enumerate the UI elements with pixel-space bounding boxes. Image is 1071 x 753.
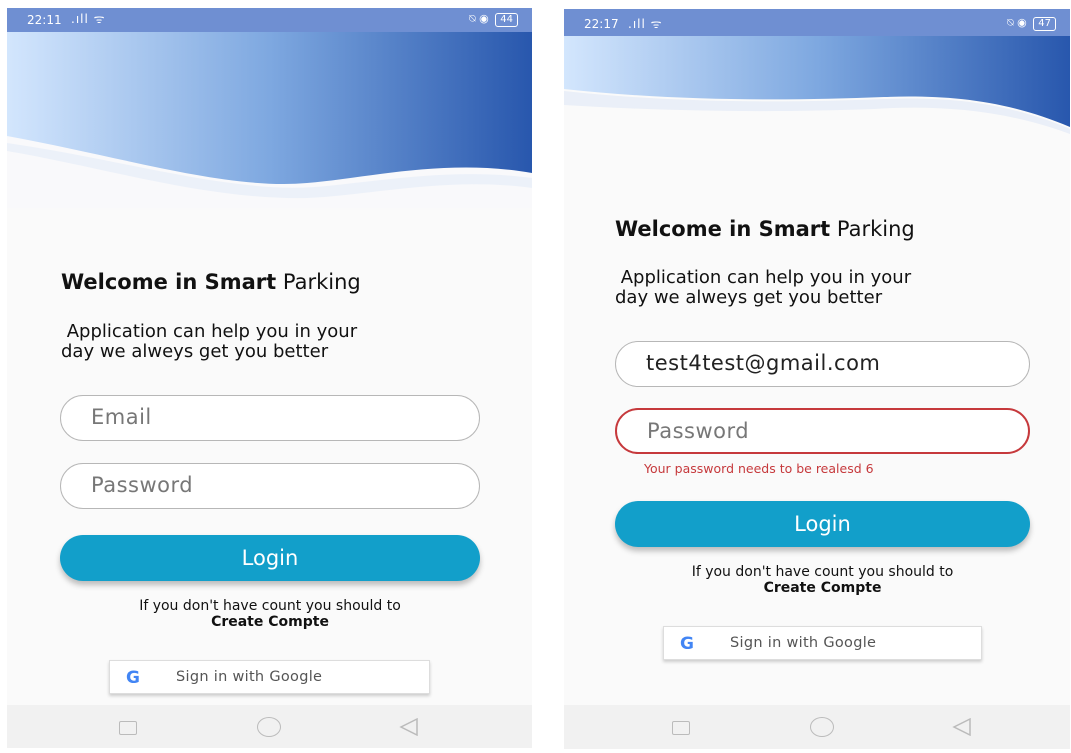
- password-error-message: Your password needs to be realesd 6: [644, 461, 874, 476]
- phone-screen-left: 22:11 .ıll ᯤ ⍉ ◉ 44 Welcome in Smart Par…: [7, 8, 532, 748]
- title-light: Parking: [836, 217, 915, 241]
- nav-bar: [7, 705, 532, 748]
- welcome-title: Welcome in Smart Parking: [61, 270, 361, 294]
- welcome-title: Welcome in Smart Parking: [615, 217, 915, 241]
- google-signin-label: Sign in with Google: [730, 635, 877, 651]
- nav-bar: [564, 705, 1070, 749]
- create-account-link[interactable]: Create Compte: [60, 614, 480, 630]
- signup-hint: If you don't have count you should to Cr…: [615, 564, 1030, 596]
- battery-icon: 47: [1033, 17, 1056, 31]
- back-icon[interactable]: [952, 718, 972, 736]
- status-bar: 22:11 .ıll ᯤ ⍉ ◉ 44: [7, 8, 532, 32]
- password-field[interactable]: Password: [60, 463, 480, 509]
- mute-icon: ⍉ ◉: [1007, 16, 1027, 29]
- google-icon: G: [680, 634, 694, 654]
- google-signin-label: Sign in with Google: [176, 669, 323, 685]
- status-icons: ⍉ ◉ 44: [469, 12, 518, 27]
- password-field[interactable]: Password: [615, 408, 1030, 454]
- google-signin-button[interactable]: G Sign in with Google: [663, 626, 982, 660]
- signal-icon: .ıll ᯤ: [628, 17, 663, 31]
- back-icon[interactable]: [399, 718, 419, 736]
- subtitle-line-1: Application can help you in your: [61, 321, 358, 342]
- status-time: 22:17: [584, 17, 619, 31]
- status-time: 22:11: [27, 13, 62, 27]
- google-signin-button[interactable]: G Sign in with Google: [109, 660, 430, 694]
- mute-icon: ⍉ ◉: [469, 12, 489, 25]
- title-bold: Welcome in Smart: [61, 270, 277, 294]
- email-field[interactable]: Email: [60, 395, 480, 441]
- subtitle-line-1: Application can help you in your: [615, 267, 912, 288]
- subtitle: Application can help you in your day we …: [61, 322, 357, 362]
- home-icon[interactable]: [810, 717, 834, 737]
- status-icons: ⍉ ◉ 47: [1007, 16, 1056, 31]
- status-bar: 22:17 .ıll ᯤ ⍉ ◉ 47: [564, 9, 1070, 33]
- google-icon: G: [126, 668, 140, 688]
- signal-icon: .ıll ᯤ: [71, 12, 106, 26]
- recent-apps-icon[interactable]: [119, 721, 137, 735]
- subtitle-line-2: day we alweys get you better: [615, 287, 883, 308]
- hint-text: If you don't have count you should to: [691, 564, 954, 580]
- subtitle-line-2: day we alweys get you better: [61, 341, 329, 362]
- signup-hint: If you don't have count you should to Cr…: [60, 598, 480, 630]
- title-bold: Welcome in Smart: [615, 217, 831, 241]
- home-icon[interactable]: [257, 717, 281, 737]
- battery-icon: 44: [495, 13, 518, 27]
- title-light: Parking: [282, 270, 361, 294]
- email-field[interactable]: test4test@gmail.com: [615, 341, 1030, 387]
- header-wave: 22:11 .ıll ᯤ ⍉ ◉ 44: [7, 8, 532, 208]
- login-button[interactable]: Login: [60, 535, 480, 581]
- phone-screen-right: 22:17 .ıll ᯤ ⍉ ◉ 47 Welcome in Smart Par…: [564, 9, 1070, 749]
- recent-apps-icon[interactable]: [672, 721, 690, 735]
- login-button[interactable]: Login: [615, 501, 1030, 547]
- subtitle: Application can help you in your day we …: [615, 268, 911, 308]
- header-wave: 22:17 .ıll ᯤ ⍉ ◉ 47: [564, 9, 1070, 159]
- create-account-link[interactable]: Create Compte: [615, 580, 1030, 596]
- hint-text: If you don't have count you should to: [139, 598, 401, 614]
